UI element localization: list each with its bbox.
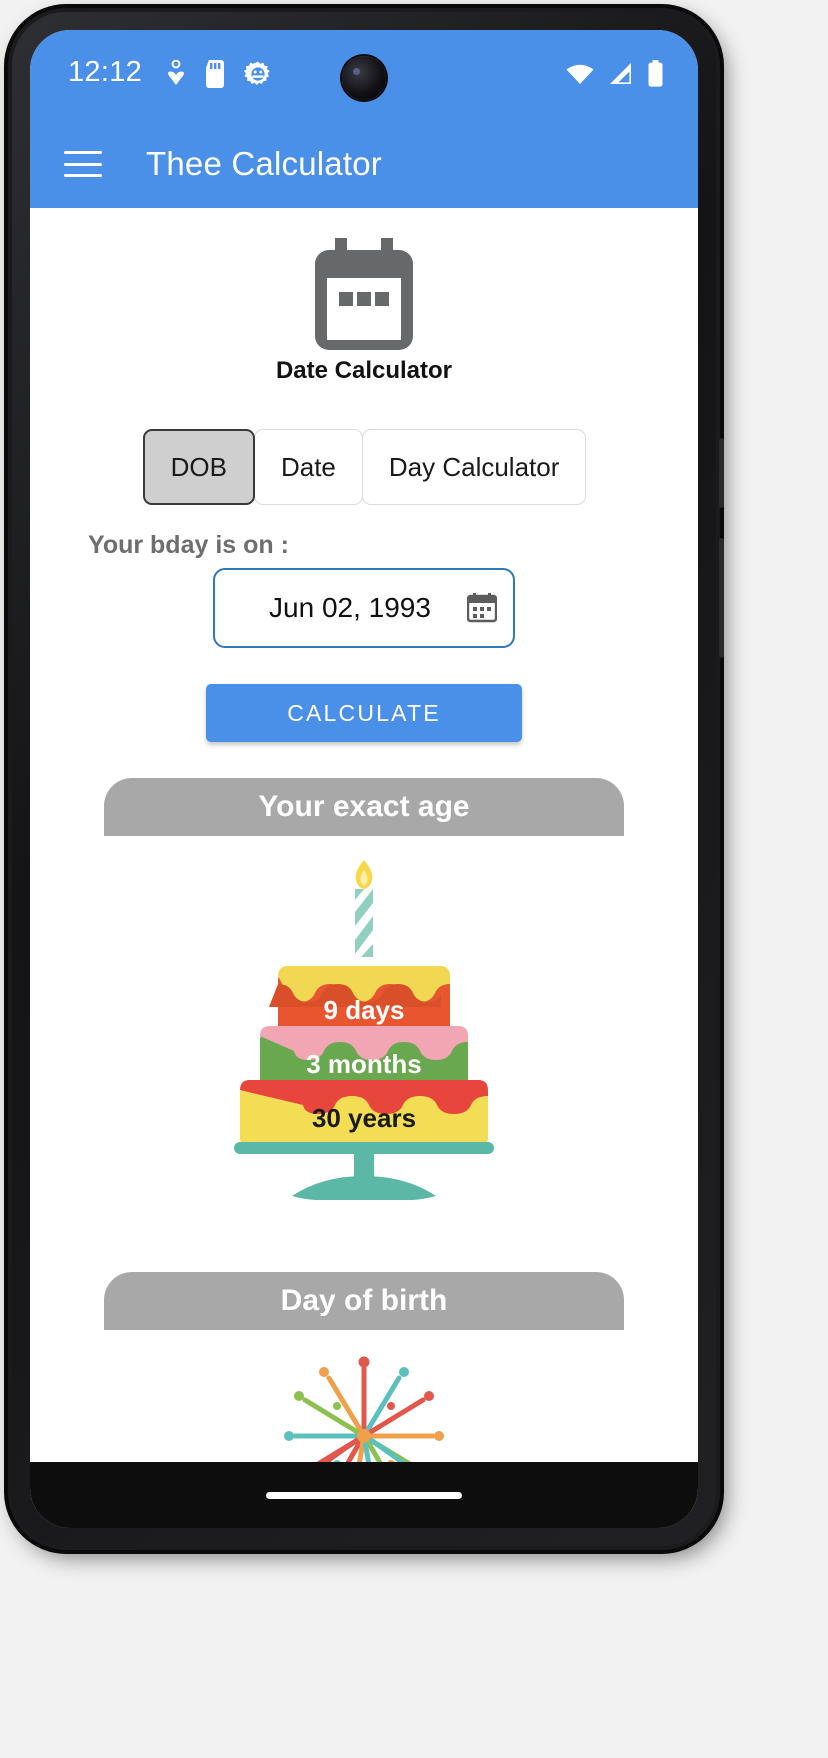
status-bar-left-icons bbox=[166, 60, 272, 88]
birthday-cake-icon: 9 days 3 months 30 years bbox=[234, 860, 494, 1154]
cake-years-value: 30 years bbox=[312, 1103, 416, 1133]
sd-card-icon bbox=[206, 60, 224, 88]
status-bar: 12:12 bbox=[30, 30, 698, 120]
mode-segmented-control: DOB Date Day Calculator bbox=[30, 429, 698, 505]
battery-icon bbox=[648, 60, 663, 87]
calculate-button-row: CALCULATE bbox=[30, 684, 698, 742]
app-bar: Thee Calculator bbox=[30, 120, 698, 208]
cake-stand-base-icon bbox=[292, 1152, 436, 1200]
fireworks-illustration bbox=[30, 1344, 698, 1462]
main-content: Date Calculator DOB Date Day Calculator … bbox=[30, 208, 698, 1462]
date-field-label: Your bday is on : bbox=[88, 531, 289, 559]
volume-button[interactable] bbox=[719, 538, 724, 658]
segment-dob[interactable]: DOB bbox=[142, 429, 255, 505]
fireworks-icon bbox=[284, 1356, 444, 1462]
android-gear-icon bbox=[244, 61, 270, 85]
date-input[interactable]: Jun 02, 1993 bbox=[213, 568, 515, 648]
page-title: Date Calculator bbox=[275, 357, 453, 384]
calendar-picker-icon[interactable] bbox=[467, 593, 497, 623]
wifi-icon bbox=[566, 64, 594, 84]
status-bar-clock: 12:12 bbox=[68, 56, 143, 88]
segment-dob-label: DOB bbox=[170, 451, 227, 482]
day-of-birth-banner-label: Day of birth bbox=[280, 1284, 448, 1317]
segment-day-calculator[interactable]: Day Calculator bbox=[361, 429, 587, 505]
calculate-button[interactable]: CALCULATE bbox=[206, 684, 522, 742]
cellular-signal-icon bbox=[610, 62, 631, 84]
cake-months-value: 3 months bbox=[306, 1049, 422, 1079]
phone-frame: 12:12 Thee Calculator Date Calculator DO… bbox=[8, 8, 724, 1550]
segment-date[interactable]: Date bbox=[253, 429, 363, 505]
segment-date-label: Date bbox=[280, 451, 336, 482]
download-heart-icon bbox=[168, 60, 184, 85]
exact-age-banner-label: Your exact age bbox=[258, 790, 470, 823]
screenshot-root: 12:12 Thee Calculator Date Calculator DO… bbox=[0, 0, 828, 1758]
exact-age-banner: Your exact age bbox=[104, 778, 624, 836]
hamburger-menu-icon[interactable] bbox=[64, 151, 102, 177]
day-of-birth-banner: Day of birth bbox=[104, 1272, 624, 1330]
system-navigation-bar bbox=[30, 1462, 698, 1528]
app-title: Thee Calculator bbox=[146, 145, 382, 182]
power-button[interactable] bbox=[719, 438, 724, 508]
date-input-value: Jun 02, 1993 bbox=[269, 592, 431, 623]
segment-day-calculator-label: Day Calculator bbox=[388, 451, 560, 482]
calculate-button-label: CALCULATE bbox=[287, 699, 441, 726]
page-icon-container bbox=[30, 208, 698, 355]
home-gesture-pill[interactable] bbox=[266, 1491, 462, 1499]
calendar-icon bbox=[315, 238, 413, 350]
status-bar-right-icons bbox=[565, 60, 664, 87]
date-field-row: Jun 02, 1993 bbox=[30, 568, 698, 648]
cake-days-value: 9 days bbox=[324, 995, 405, 1025]
age-cake-illustration: 9 days 3 months 30 years bbox=[30, 856, 698, 1156]
phone-screen: 12:12 Thee Calculator Date Calculator DO… bbox=[30, 30, 698, 1528]
front-camera-punch-hole bbox=[342, 56, 386, 100]
